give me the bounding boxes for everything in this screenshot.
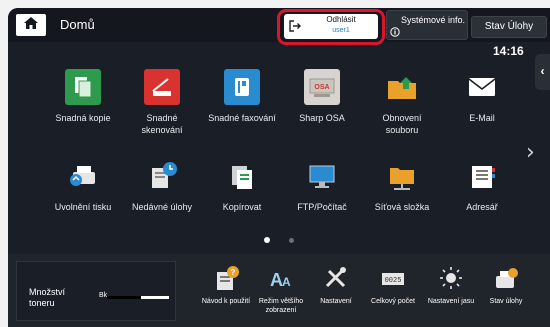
enlarge-display-button[interactable]: AA Režim většího zobrazení	[251, 262, 311, 315]
brightness-button[interactable]: Nastavení jasu	[421, 262, 481, 306]
side-panel-tab[interactable]: ‹	[535, 54, 550, 90]
toner-level-bar	[107, 296, 169, 299]
svg-text:OSA: OSA	[314, 84, 329, 91]
bottom-bar-label: Nastavení jasu	[427, 298, 475, 305]
bottom-bar-label: Režim většího zobrazení	[258, 298, 304, 314]
bottom-bar-label: Celkový počet	[371, 298, 415, 305]
total-count-icon: 0025	[363, 262, 423, 292]
app-easy-scan[interactable]: Snadné skenování	[127, 69, 197, 136]
fax-icon	[224, 69, 260, 105]
bottom-bar: Množství toneru Bk ? Návod k použití AA …	[8, 254, 550, 327]
app-label: Obnovení souboru	[382, 113, 422, 135]
manual-icon: ?	[196, 262, 256, 292]
page-indicator-active[interactable]	[264, 237, 270, 243]
app-label: Uvolnění tisku	[54, 202, 112, 212]
app-label: FTP/Počítač	[297, 202, 347, 212]
app-ftp-desktop[interactable]: FTP/Počítač	[287, 158, 357, 213]
app-easy-copy[interactable]: Snadná kopie	[48, 69, 118, 124]
recent-jobs-icon	[144, 158, 180, 194]
app-copy[interactable]: Kopírovat	[207, 158, 277, 213]
toner-label: Množství toneru	[29, 287, 66, 308]
copy-icon	[65, 69, 101, 105]
app-label: Kopírovat	[222, 202, 262, 212]
folder-retrieve-icon	[384, 69, 420, 105]
home-icon	[23, 16, 39, 35]
app-label: E-Mail	[469, 113, 495, 123]
app-sharp-osa[interactable]: OSA Sharp OSA	[287, 69, 357, 124]
app-label: Nedávné úlohy	[131, 202, 193, 212]
job-status-bar-button[interactable]: Stav úlohy	[476, 262, 536, 306]
bottom-bar-label: Nastavení	[320, 298, 352, 305]
network-folder-icon	[384, 158, 420, 194]
toner-status: Množství toneru Bk	[16, 261, 176, 321]
app-print-release[interactable]: Uvolnění tisku	[48, 158, 118, 213]
settings-icon	[306, 262, 366, 292]
chevron-right-icon: ›	[526, 140, 535, 165]
settings-button[interactable]: Nastavení	[306, 262, 366, 306]
brightness-icon	[421, 262, 481, 292]
app-label: Adresář	[466, 202, 498, 212]
logout-button[interactable]: Odhlásit user1	[284, 14, 378, 39]
address-book-icon	[464, 158, 500, 194]
computer-icon	[304, 158, 340, 194]
app-label: Snadná kopie	[55, 113, 111, 123]
page-indicator[interactable]	[289, 238, 294, 243]
app-recent-jobs[interactable]: Nedávné úlohy	[127, 158, 197, 213]
app-label: Sharp OSA	[299, 113, 345, 123]
toner-color-label: Bk	[99, 292, 108, 299]
home-button[interactable]	[16, 14, 46, 36]
top-bar: Domů Odhlásit user1 Systémové info. Stav…	[8, 8, 550, 45]
logout-label: Odhlásit	[326, 15, 356, 24]
system-info-button[interactable]: Systémové info.	[386, 10, 468, 40]
logout-icon	[288, 19, 302, 38]
scan-icon	[144, 69, 180, 105]
svg-text:A: A	[282, 275, 291, 289]
toner-level-fill	[107, 296, 142, 299]
bottom-bar-label: Stav úlohy	[489, 298, 523, 305]
next-page-arrow[interactable]: ›	[526, 140, 535, 165]
app-label: Snadné faxování	[208, 113, 276, 123]
total-count-button[interactable]: 0025 Celkový počet	[363, 262, 423, 306]
sharp-osa-icon: OSA	[304, 69, 340, 105]
manual-button[interactable]: ? Návod k použití	[196, 262, 256, 306]
app-label: Síťová složka	[374, 202, 430, 212]
logged-in-user: user1	[332, 27, 350, 34]
home-screen-panel: Domů Odhlásit user1 Systémové info. Stav…	[8, 8, 550, 327]
info-icon	[390, 24, 400, 42]
app-network-folder[interactable]: Síťová složka	[367, 158, 437, 213]
email-icon	[464, 69, 500, 105]
system-info-label: Systémové info.	[401, 15, 466, 25]
print-release-icon	[65, 158, 101, 194]
clock: 14:16	[493, 44, 524, 58]
enlarge-display-icon: AA	[251, 262, 311, 292]
svg-text:?: ?	[231, 268, 236, 277]
chevron-left-icon: ‹	[540, 64, 545, 78]
app-address-book[interactable]: Adresář	[447, 158, 517, 213]
app-file-retrieve[interactable]: Obnovení souboru	[367, 69, 437, 136]
app-email[interactable]: E-Mail	[447, 69, 517, 124]
job-status-button[interactable]: Stav Úlohy	[471, 16, 547, 38]
copy-documents-icon	[224, 158, 260, 194]
app-label: Snadné skenování	[141, 113, 183, 135]
svg-text:0025: 0025	[385, 277, 402, 285]
job-status-icon	[476, 262, 536, 292]
app-easy-fax[interactable]: Snadné faxování	[207, 69, 277, 124]
bottom-bar-label: Návod k použití	[201, 298, 251, 305]
page-title: Domů	[60, 17, 95, 32]
